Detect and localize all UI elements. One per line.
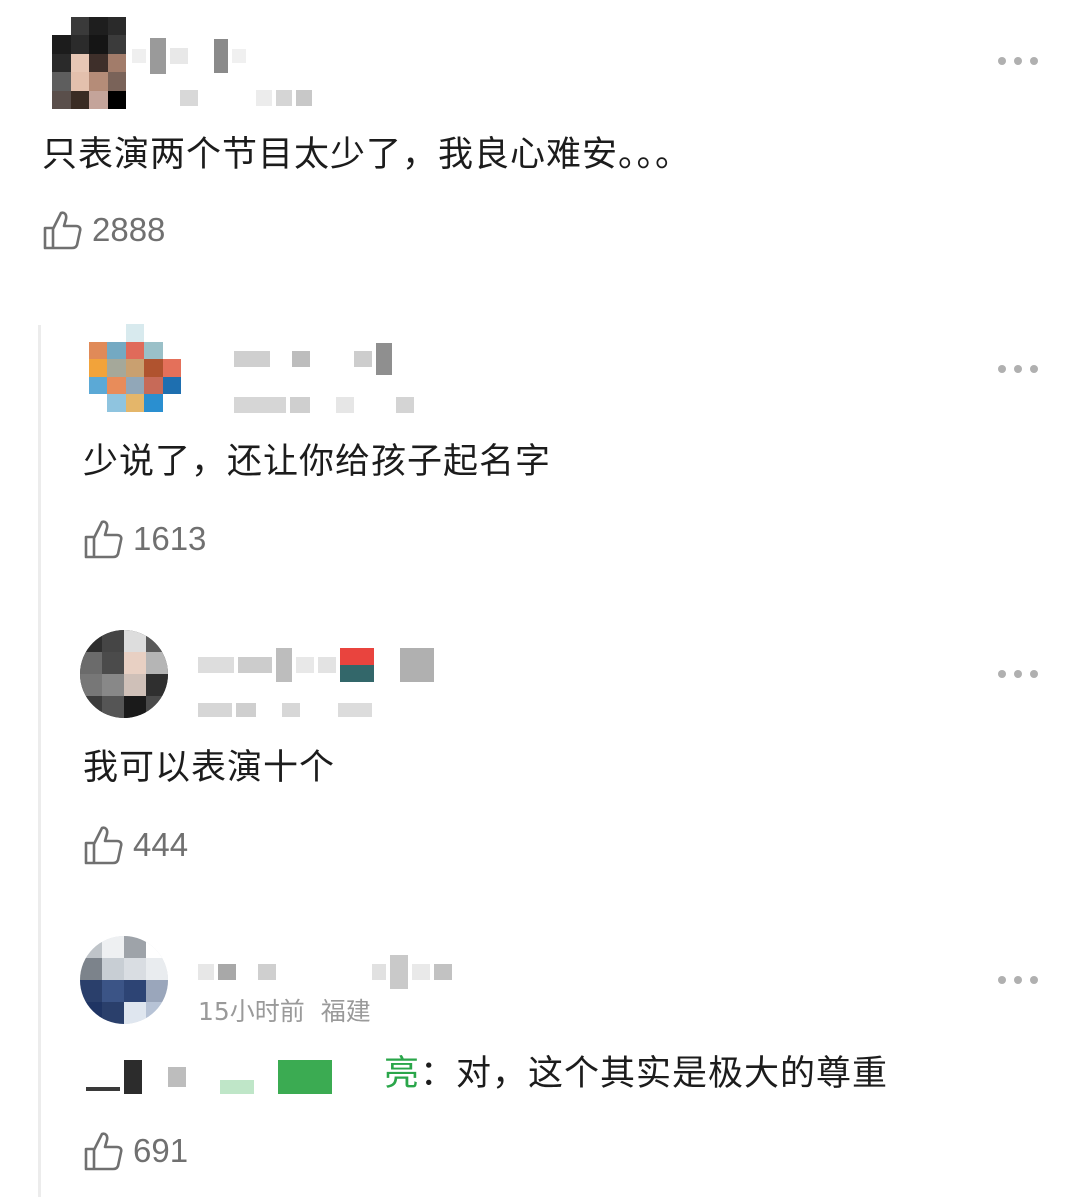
comment-meta-redacted <box>234 397 414 413</box>
comment-location: 福建 <box>320 997 371 1026</box>
more-dots-icon[interactable] <box>998 973 1038 987</box>
thumbs-up-icon <box>84 520 123 559</box>
avatar[interactable] <box>80 630 168 718</box>
comment-text: 只表演两个节目太少了，我良心难安。。。 <box>42 135 692 175</box>
avatar[interactable] <box>80 936 168 1024</box>
comment-text: 我可以表演十个 <box>83 748 336 788</box>
avatar[interactable] <box>52 17 126 109</box>
more-dots-icon[interactable] <box>998 54 1038 68</box>
reply-thread-line <box>38 325 41 1197</box>
username-redacted[interactable] <box>198 648 434 682</box>
comment-text: 亮：对，这个其实是极大的尊重 <box>384 1052 888 1096</box>
mention-name[interactable]: 亮 <box>384 1054 420 1094</box>
like-button[interactable]: 2888 <box>42 210 165 250</box>
like-count: 444 <box>133 826 189 863</box>
reply-body: ：对，这个其实是极大的尊重 <box>420 1054 889 1094</box>
username-redacted[interactable] <box>132 38 246 74</box>
like-button[interactable]: 444 <box>83 825 188 865</box>
comment-meta-redacted <box>180 90 312 106</box>
username-redacted[interactable] <box>234 343 392 375</box>
thumbs-up-icon <box>84 1132 123 1171</box>
avatar[interactable] <box>89 324 181 412</box>
comment-meta-redacted <box>198 703 372 717</box>
mention-redacted[interactable] <box>86 1060 332 1094</box>
comment-time: 15小时前 <box>198 997 305 1026</box>
like-count: 1613 <box>133 520 207 557</box>
like-count: 2888 <box>92 211 166 248</box>
thumbs-up-icon <box>43 211 82 250</box>
more-dots-icon[interactable] <box>998 362 1038 376</box>
comment-text: 少说了，还让你给孩子起名字 <box>83 442 552 482</box>
comment-meta: 15小时前 福建 <box>198 992 371 1028</box>
like-button[interactable]: 1613 <box>83 519 206 559</box>
username-redacted[interactable] <box>198 955 452 989</box>
more-dots-icon[interactable] <box>998 667 1038 681</box>
thumbs-up-icon <box>84 826 123 865</box>
like-count: 691 <box>133 1132 189 1169</box>
like-button[interactable]: 691 <box>83 1131 188 1171</box>
